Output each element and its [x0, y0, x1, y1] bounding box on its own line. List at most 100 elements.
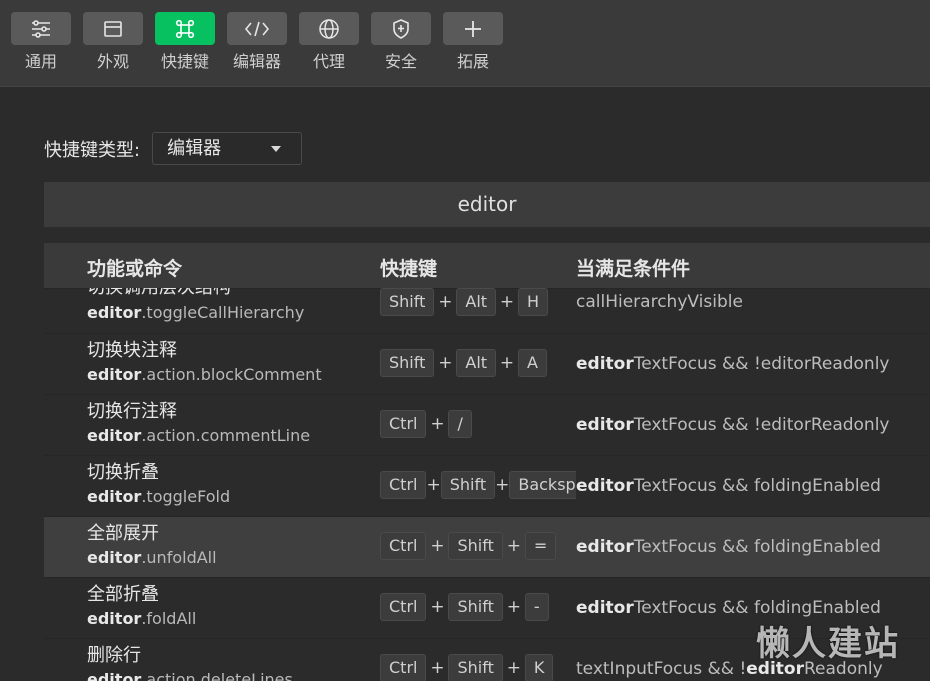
header-condition: 当满足条件件: [576, 258, 691, 280]
key-cap: Alt: [456, 349, 497, 377]
shortcut-keys[interactable]: Ctrl + Shift + -: [380, 593, 576, 621]
command-name: 全部折叠: [87, 584, 159, 605]
key-cap: Shift: [380, 349, 435, 377]
shortcut-keys[interactable]: Ctrl + Shift + =: [380, 532, 576, 560]
key-cap: Shift: [448, 593, 503, 621]
shortcut-keys[interactable]: Ctrl + Shift + K: [380, 654, 576, 681]
command-id-rest: .action.deleteLines: [141, 670, 293, 681]
key-cap: -: [524, 593, 549, 621]
shortcut-type-label: 快捷键类型:: [44, 139, 141, 161]
shield-icon: [371, 12, 431, 45]
tab-proxy[interactable]: 代理: [299, 12, 359, 72]
shortcut-keys[interactable]: Ctrl + /: [380, 410, 576, 438]
tab-editor-label: 编辑器: [232, 52, 281, 71]
command-id-prefix: editor: [87, 303, 142, 322]
when-condition: editorTextFocus && foldingEnabled: [576, 598, 881, 618]
command-id-rest: .toggleCallHierarchy: [141, 303, 305, 322]
table-row[interactable]: 切换调用层次结构editor.toggleCallHierarchyShift+…: [44, 288, 930, 333]
tab-shortcuts[interactable]: 快捷键: [155, 12, 215, 72]
key-cap: Alt: [456, 288, 497, 316]
table-header: 功能或命令 快捷键 当满足条件件: [44, 243, 930, 288]
command-name: 全部展开: [87, 523, 159, 544]
command-id-rest: .unfoldAll: [141, 548, 217, 567]
command-id-prefix: editor: [87, 365, 142, 384]
key-plus: +: [499, 292, 515, 312]
shortcut-type-row: 快捷键类型: 编辑器: [44, 132, 303, 165]
key-cap: K: [524, 654, 554, 681]
condition-prefix: editor: [576, 354, 634, 374]
window-icon: [83, 12, 143, 45]
command-id-prefix: editor: [87, 548, 142, 567]
plus-icon: [443, 12, 503, 45]
key-plus: +: [426, 475, 441, 495]
key-plus: +: [430, 536, 445, 556]
condition-prefix: editor: [576, 537, 634, 557]
table-row[interactable]: 全部展开 editor.unfoldAll Ctrl + Shift + = editorTe…: [44, 516, 930, 577]
command-name: 删除行: [87, 645, 141, 666]
tab-appearance[interactable]: 外观: [83, 12, 143, 72]
shortcut-keys[interactable]: Shift + Alt + A: [380, 349, 576, 377]
condition-prefix: editor: [576, 598, 634, 618]
condition-rest: TextFocus && foldingEnabled: [633, 598, 881, 618]
command-key-icon: [155, 12, 215, 45]
command-id-rest: .toggleFold: [141, 487, 231, 506]
key-plus: +: [495, 475, 510, 495]
table-row[interactable]: 切换块注释 editor.action.blockComment Shift + Alt…: [44, 333, 930, 394]
condition-prefix: editor: [576, 415, 634, 435]
when-condition: editorTextFocus && !editorReadonly: [576, 354, 890, 374]
condition-rest: textInputFocus && !: [576, 659, 747, 679]
when-condition: editorTextFocus && foldingEnabled: [576, 537, 881, 557]
command-id-rest: .action.commentLine: [141, 426, 311, 445]
key-plus: +: [430, 597, 445, 617]
command-id: editor.toggleCallHierarchy: [87, 303, 304, 323]
command-id-prefix: editor: [87, 426, 142, 445]
shortcut-type-select[interactable]: 编辑器: [152, 132, 303, 165]
tab-security[interactable]: 安全: [371, 12, 431, 72]
table-row[interactable]: 切换行注释 editor.action.commentLine Ctrl + / edit…: [44, 394, 930, 455]
shortcut-type-value: 编辑器: [167, 138, 222, 159]
command-id-rest: .foldAll: [141, 609, 197, 628]
command-id: editor.action.deleteLines: [87, 670, 293, 681]
command-id: editor.toggleFold: [87, 487, 230, 507]
shortcut-keys[interactable]: Ctrl+Shift+Backspace: [380, 471, 576, 499]
sliders-icon: [11, 12, 71, 45]
key-plus: +: [506, 536, 521, 556]
key-plus: +: [438, 353, 453, 373]
when-condition: editorTextFocus && !editorReadonly: [576, 415, 890, 435]
key-cap: H: [518, 288, 549, 316]
header-command: 功能或命令: [87, 258, 183, 280]
table-row[interactable]: 切换折叠editor.toggleFoldCtrl+Shift+Backspac…: [44, 455, 930, 516]
condition-rest: TextFocus && foldingEnabled: [633, 537, 881, 557]
command-id: editor.unfoldAll: [87, 548, 217, 568]
shortcut-keys[interactable]: Shift + Alt + H: [380, 288, 576, 316]
watermark: 懒人建站: [756, 624, 900, 664]
command-id: editor.action.commentLine: [87, 426, 310, 446]
command-id: editor.foldAll: [87, 609, 196, 629]
tab-shortcuts-label: 快捷键: [160, 52, 209, 71]
tab-extensions[interactable]: 拓展: [443, 12, 503, 72]
command-id-prefix: editor: [87, 609, 142, 628]
key-cap: Shift: [380, 288, 435, 316]
tab-proxy-label: 代理: [312, 52, 345, 71]
key-cap: Shift: [448, 654, 503, 681]
key-cap: Ctrl: [380, 532, 427, 560]
condition-prefix: editor: [576, 476, 634, 496]
key-cap: Ctrl: [380, 654, 427, 681]
key-cap: Shift: [440, 471, 496, 499]
command-name: 切换行注释: [87, 401, 177, 422]
tab-general[interactable]: 通用: [11, 12, 71, 72]
command-id-rest: .action.blockComment: [141, 365, 322, 384]
tab-editor[interactable]: 编辑器: [227, 12, 287, 72]
command-name: 切换块注释: [87, 340, 177, 361]
condition-rest: TextFocus && foldingEnabled: [633, 476, 881, 496]
key-plus: +: [506, 658, 521, 678]
header-shortcut: 快捷键: [380, 258, 438, 280]
key-cap: =: [524, 532, 557, 560]
key-cap: /: [448, 410, 472, 438]
command-id-prefix: editor: [87, 487, 142, 506]
condition-rest: callHierarchyVisible: [576, 292, 743, 312]
settings-toolbar: 通用 外观 快捷键 编辑器 代理 安全 拓展: [0, 0, 930, 87]
key-plus: +: [438, 292, 453, 312]
tab-security-label: 安全: [384, 52, 417, 71]
globe-icon: [299, 12, 359, 45]
